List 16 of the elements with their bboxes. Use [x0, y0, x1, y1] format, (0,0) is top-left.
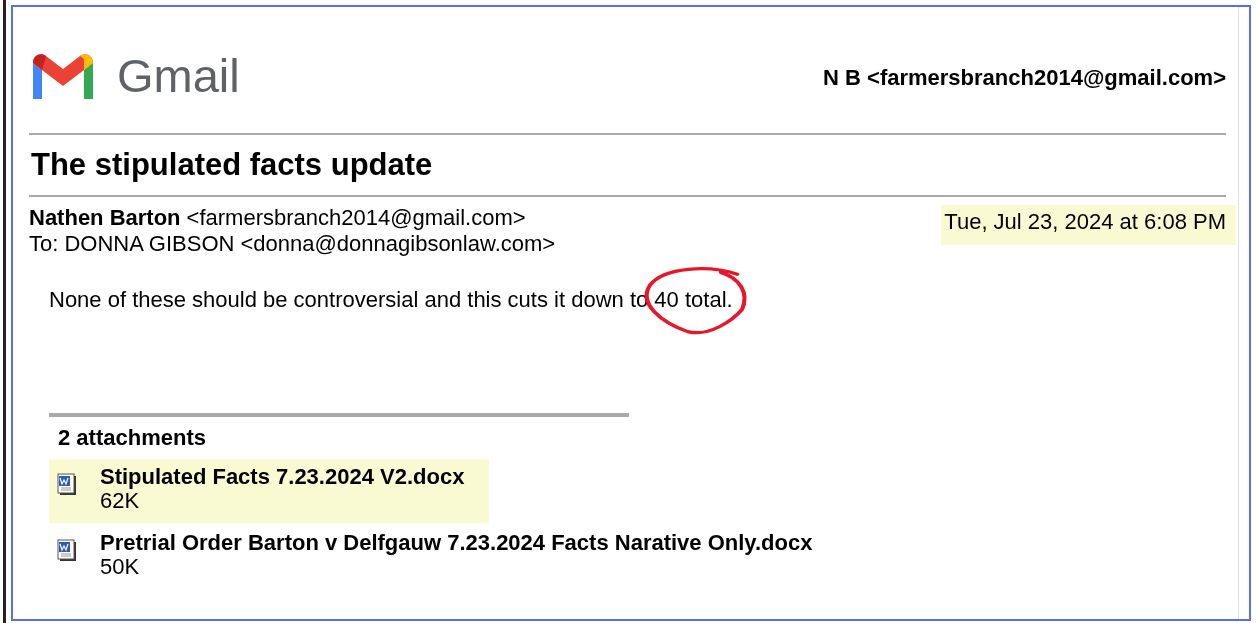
- attachment-item[interactable]: Pretrial Order Barton v Delfgauw 7.23.2024 Facts Narative Only.docx 50K: [49, 525, 821, 589]
- date-text: Tue, Jul 23, 2024 at 6:08 PM: [941, 205, 1236, 245]
- attachment-size: 50K: [100, 555, 141, 579]
- attachment-item[interactable]: Stipulated Facts 7.23.2024 V2.docx 62K: [49, 459, 489, 523]
- attachment-name: Pretrial Order Barton v Delfgauw 7.23.2024 Facts Narative Only.docx: [100, 531, 813, 555]
- document-icon: [56, 473, 78, 496]
- document-icon: [56, 539, 78, 562]
- attachments-heading: 2 attachments: [57, 424, 207, 451]
- attachment-size: 62K: [100, 489, 140, 513]
- subject-title: The stipulated facts update: [31, 147, 434, 183]
- sender-name: Nathen Barton: [29, 205, 181, 230]
- sender-email: <farmersbranch2014@gmail.com>: [186, 205, 526, 230]
- logo-text: Gmail: [117, 47, 240, 103]
- account-email: N B <farmersbranch2014@gmail.com>: [823, 65, 1226, 91]
- attachment-name: Stipulated Facts 7.23.2024 V2.docx: [100, 465, 465, 489]
- recipient-line: To: DONNA GIBSON <donna@donnagibsonlaw.com>: [29, 231, 556, 257]
